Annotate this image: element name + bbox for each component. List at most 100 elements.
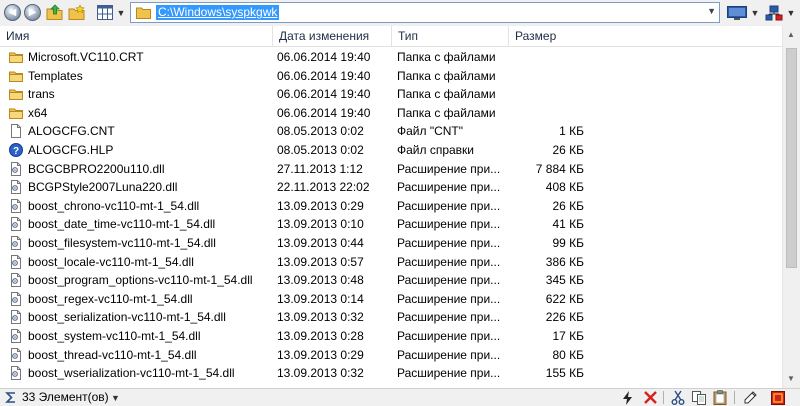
- file-row[interactable]: boost_wserialization-vc110-mt-1_54.dll 13…: [0, 364, 782, 383]
- hotkey-button[interactable]: [620, 390, 636, 405]
- file-row[interactable]: ? ALOGCFG.HLP 08.05.2013 0:02 Файл справки 2…: [0, 141, 782, 160]
- display-button[interactable]: [726, 3, 748, 22]
- file-name: BCGPStyle2007Luna220.dll: [28, 180, 178, 195]
- file-row[interactable]: boost_thread-vc110-mt-1_54.dll 13.09.2013…: [0, 346, 782, 365]
- pencil-icon: [744, 390, 757, 403]
- file-row[interactable]: x64 06.06.2014 19:40 Папка с файлами: [0, 104, 782, 123]
- rename-button[interactable]: [742, 390, 758, 405]
- address-bar[interactable]: C:\Windows\syspkgwk ▼: [130, 2, 720, 23]
- toolbar: ◀ ▶ ▼ C:\Windows\syspkgwk ▼ ▼ ▼: [0, 0, 800, 27]
- column-type[interactable]: Тип: [392, 26, 509, 46]
- dll-icon: [9, 273, 23, 288]
- file-row[interactable]: boost_chrono-vc110-mt-1_54.dll 13.09.2013…: [0, 197, 782, 216]
- file-size: 7 884 КБ: [535, 161, 584, 176]
- file-type: Файл справки: [397, 142, 475, 157]
- file-date: 13.09.2013 0:14: [277, 291, 364, 306]
- file-date: 22.11.2013 22:02: [277, 180, 370, 195]
- file-size: 99 КБ: [552, 235, 584, 250]
- lightning-icon: [623, 390, 632, 405]
- file-date: 08.05.2013 0:02: [277, 124, 364, 139]
- file-row[interactable]: BCGPStyle2007Luna220.dll 22.11.2013 22:02…: [0, 178, 782, 197]
- file-icon: [9, 124, 23, 139]
- address-path[interactable]: C:\Windows\syspkgwk: [156, 5, 280, 20]
- file-name: ALOGCFG.HLP: [28, 142, 114, 157]
- file-row[interactable]: boost_regex-vc110-mt-1_54.dll 13.09.2013 …: [0, 290, 782, 309]
- column-size[interactable]: Размер: [509, 26, 588, 46]
- file-type: Расширение при...: [397, 254, 501, 269]
- file-date: 13.09.2013 0:29: [277, 347, 364, 362]
- forward-button[interactable]: ▶: [24, 3, 41, 22]
- chevron-down-icon: ▼: [786, 7, 796, 18]
- chevron-down-icon[interactable]: ▼: [707, 6, 716, 16]
- folder-icon: [136, 7, 151, 19]
- file-type: Расширение при...: [397, 366, 501, 381]
- column-name[interactable]: Имя: [0, 26, 273, 46]
- file-size: [509, 48, 584, 67]
- view-mode-dropdown[interactable]: ▼: [116, 3, 126, 22]
- column-date[interactable]: Дата изменения: [273, 26, 392, 46]
- cut-button[interactable]: [670, 390, 686, 405]
- file-size: 17 КБ: [552, 328, 584, 343]
- chevron-down-icon: ▼: [116, 7, 126, 18]
- vertical-scrollbar[interactable]: ▲ ▼: [782, 26, 800, 388]
- clipboard-icon: [713, 390, 727, 405]
- scissors-icon: [671, 390, 685, 405]
- help-icon: ?: [9, 142, 23, 157]
- file-size: 622 КБ: [545, 291, 584, 306]
- scroll-up-icon[interactable]: ▲: [787, 30, 795, 39]
- file-row[interactable]: Microsoft.VC110.CRT 06.06.2014 19:40 Папка…: [0, 48, 782, 67]
- file-type: Файл "CNT": [397, 124, 464, 139]
- file-date: 13.09.2013 0:32: [277, 366, 364, 381]
- stop-icon: [771, 390, 785, 405]
- separator: [734, 391, 735, 404]
- file-name: boost_regex-vc110-mt-1_54.dll: [28, 291, 193, 306]
- back-button[interactable]: ◀: [4, 3, 21, 22]
- file-row[interactable]: boost_locale-vc110-mt-1_54.dll 13.09.2013…: [0, 253, 782, 272]
- file-name: Microsoft.VC110.CRT: [28, 50, 144, 64]
- file-row[interactable]: ALOGCFG.CNT 08.05.2013 0:02 Файл "CNT" 1 КБ: [0, 122, 782, 141]
- favorites-button[interactable]: [68, 3, 86, 22]
- file-name: boost_serialization-vc110-mt-1_54.dll: [28, 310, 226, 325]
- file-row[interactable]: BCGCBPRO2200u110.dll 27.11.2013 1:12 Расши…: [0, 160, 782, 179]
- file-row[interactable]: boost_program_options-vc110-mt-1_54.dll 1…: [0, 271, 782, 290]
- copy-button[interactable]: [691, 390, 707, 405]
- up-folder-icon: [46, 4, 63, 20]
- dll-icon: [9, 347, 23, 362]
- folder-icon: [9, 87, 23, 101]
- chevron-down-icon[interactable]: ▼: [111, 390, 120, 405]
- file-type: Папка с файлами: [397, 50, 496, 64]
- file-name: trans: [28, 87, 55, 102]
- file-row[interactable]: boost_filesystem-vc110-mt-1_54.dll 13.09.…: [0, 234, 782, 253]
- file-size: 408 КБ: [545, 180, 584, 195]
- file-date: 06.06.2014 19:40: [277, 105, 371, 120]
- file-type: Папка с файлами: [397, 68, 496, 83]
- file-size: 345 КБ: [545, 273, 584, 288]
- file-type: Расширение при...: [397, 235, 501, 250]
- scroll-thumb[interactable]: [786, 48, 797, 268]
- scroll-down-icon[interactable]: ▼: [787, 374, 795, 383]
- close-panel-button[interactable]: [770, 390, 786, 405]
- delete-icon: [643, 391, 657, 404]
- column-header: Имя Дата изменения Тип Размер: [0, 26, 782, 47]
- delete-button[interactable]: [642, 390, 658, 405]
- file-row[interactable]: boost_serialization-vc110-mt-1_54.dll 13.…: [0, 308, 782, 327]
- dll-icon: [9, 235, 23, 250]
- display-dropdown[interactable]: ▼: [750, 3, 760, 22]
- file-type: Расширение при...: [397, 198, 501, 213]
- file-row[interactable]: boost_system-vc110-mt-1_54.dll 13.09.2013…: [0, 327, 782, 346]
- file-row[interactable]: trans 06.06.2014 19:40 Папка с файлами: [0, 85, 782, 104]
- file-date: 06.06.2014 19:40: [277, 68, 371, 83]
- file-row[interactable]: boost_date_time-vc110-mt-1_54.dll 13.09.2…: [0, 215, 782, 234]
- chevron-down-icon: ▼: [750, 7, 760, 18]
- network-button[interactable]: [764, 3, 784, 22]
- network-dropdown[interactable]: ▼: [786, 3, 796, 22]
- grid-view-icon: [97, 5, 113, 20]
- up-folder-button[interactable]: [46, 3, 64, 22]
- view-mode-button[interactable]: [96, 3, 114, 22]
- file-size: 155 КБ: [545, 366, 584, 381]
- star-folder-icon: [68, 4, 85, 20]
- file-name: boost_date_time-vc110-mt-1_54.dll: [28, 217, 216, 232]
- paste-button[interactable]: [712, 390, 728, 405]
- file-row[interactable]: Templates 06.06.2014 19:40 Папка с файлами: [0, 67, 782, 86]
- file-size: 226 КБ: [545, 310, 584, 325]
